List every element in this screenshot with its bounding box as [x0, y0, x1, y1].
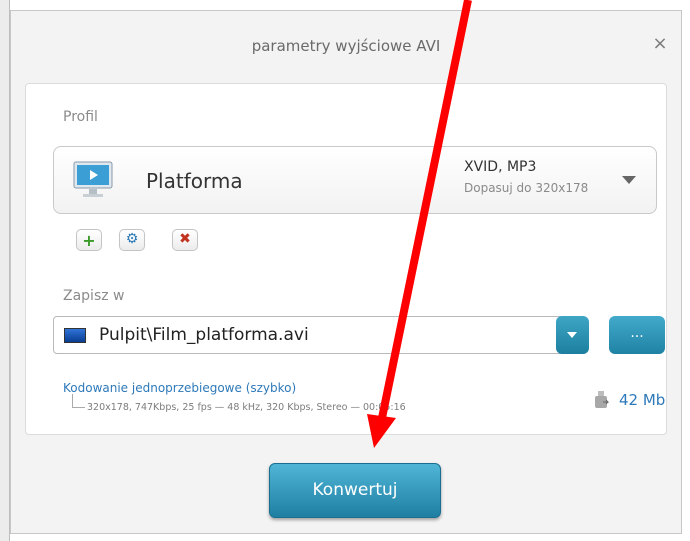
path-dropdown-button[interactable] — [556, 316, 589, 354]
profile-fit: Dopasuj do 320x178 — [464, 181, 589, 195]
close-icon[interactable]: × — [649, 33, 671, 55]
save-label: Zapisz w — [63, 288, 125, 304]
profile-dropdown[interactable]: Platforma XVID, MP3 Dopasuj do 320x178 — [53, 146, 657, 214]
plus-icon: + — [82, 231, 96, 250]
save-path-text: Pulpit\Film_platforma.avi — [99, 325, 309, 345]
encoding-details: 320x178, 747Kbps, 25 fps — 48 kHz, 320 K… — [87, 402, 406, 413]
profile-label: Profil — [63, 109, 98, 125]
tree-branch — [72, 394, 85, 408]
file-size: 42 Mb — [619, 391, 666, 409]
weight-icon — [595, 391, 610, 408]
profile-codec: XVID, MP3 — [464, 159, 537, 175]
chevron-down-icon — [622, 176, 636, 184]
chevron-down-icon — [567, 332, 577, 338]
monitor-icon — [73, 161, 113, 197]
close-icon: ✖ — [179, 231, 191, 247]
dialog-title: parametry wyjściowe AVI — [251, 37, 441, 55]
delete-profile-button[interactable]: ✖ — [172, 229, 198, 251]
convert-button[interactable]: Konwertuj — [269, 463, 441, 518]
browse-button[interactable]: ... — [609, 316, 665, 354]
encoding-link[interactable]: Kodowanie jednoprzebiegowe (szybko) — [63, 381, 296, 395]
edit-profile-button[interactable]: ⚙ — [119, 229, 145, 251]
gear-icon: ⚙ — [125, 231, 139, 247]
dialog-window: parametry wyjściowe AVI × Profil Platfor… — [10, 10, 682, 534]
add-profile-button[interactable]: + — [76, 229, 102, 251]
file-icon — [64, 328, 86, 343]
settings-panel: Profil Platforma XVID, MP3 Dopasuj do 32… — [25, 83, 667, 435]
profile-name: Platforma — [146, 169, 243, 193]
save-path-field[interactable]: Pulpit\Film_platforma.avi — [53, 316, 573, 354]
left-window-edge — [0, 0, 10, 541]
